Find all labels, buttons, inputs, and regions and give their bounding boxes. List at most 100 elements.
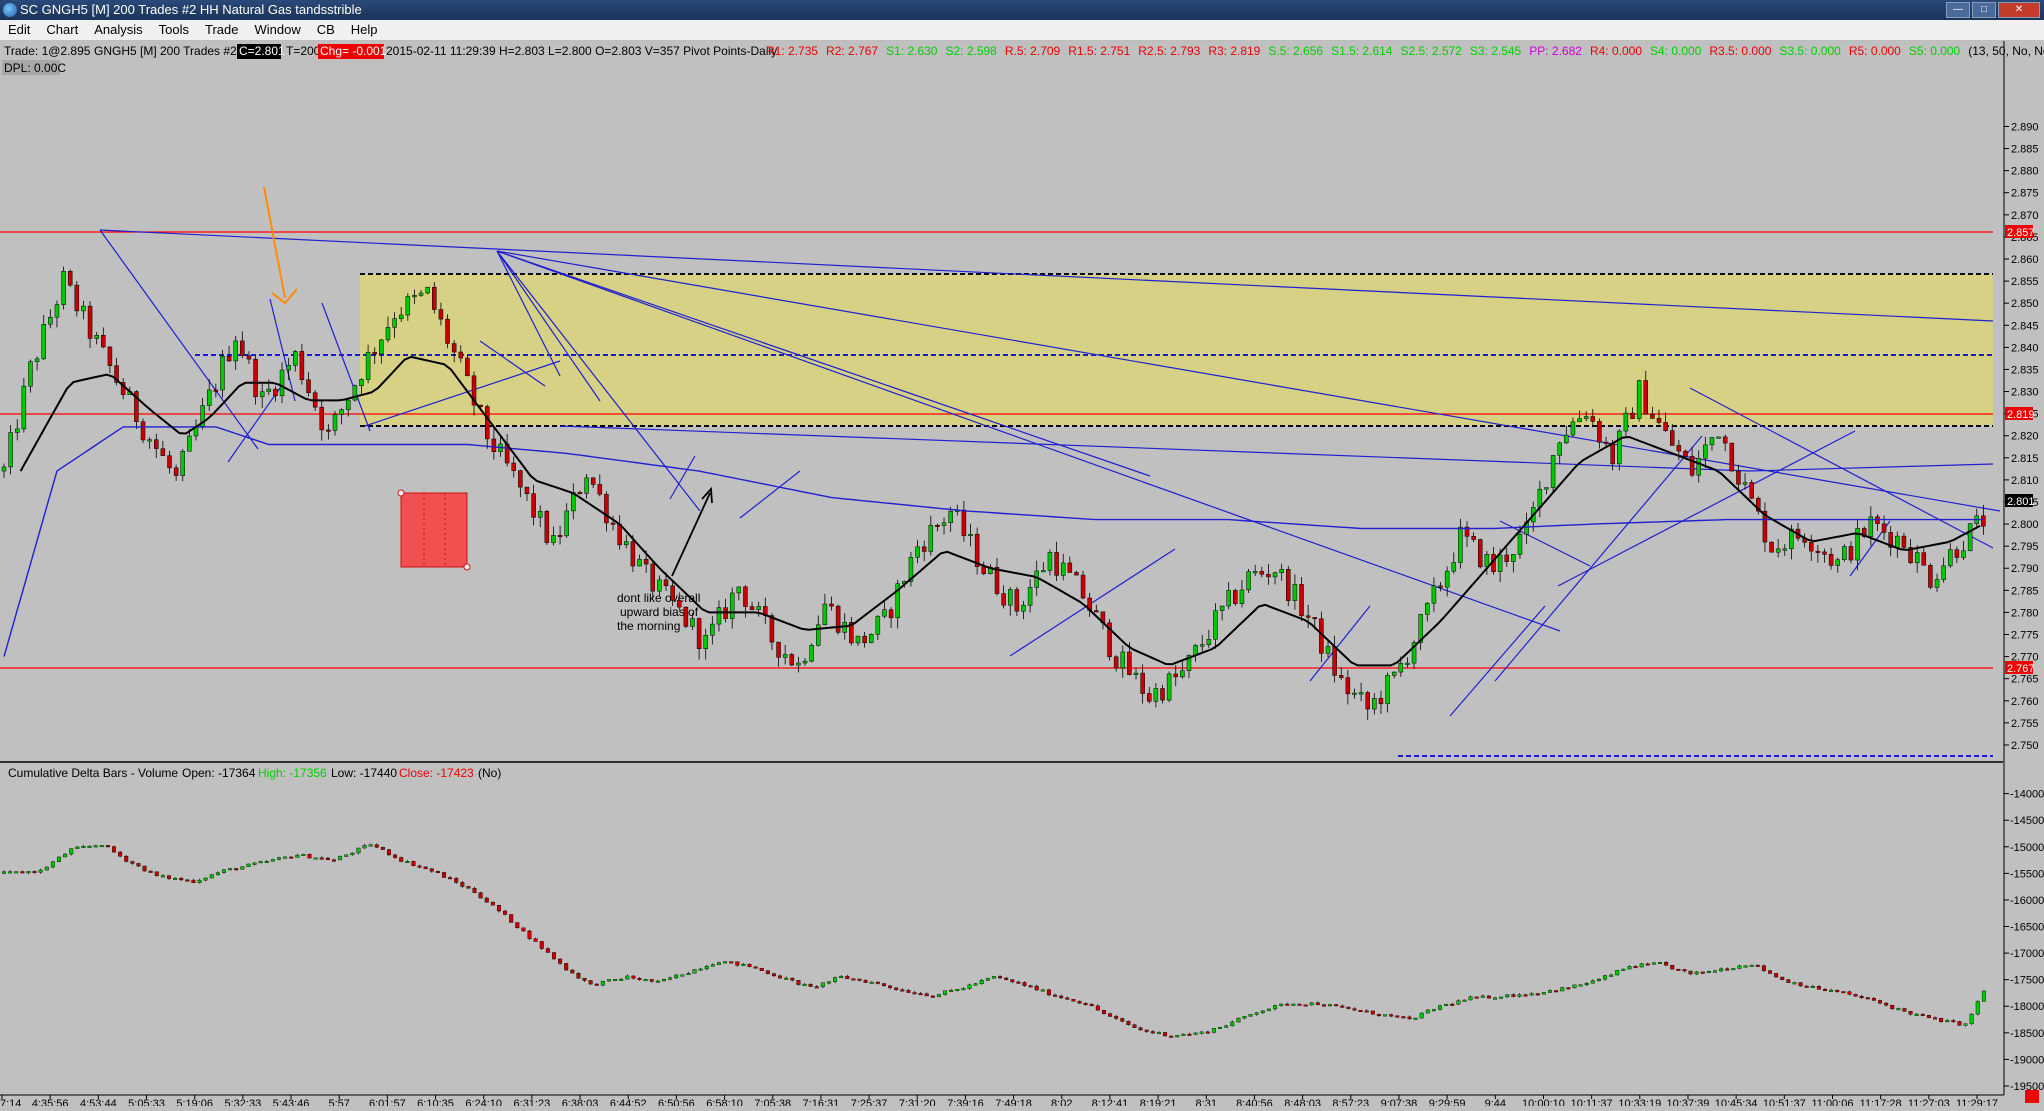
candle-body [935,524,940,527]
time-tick-label: 8:57:23 [1332,1098,1369,1106]
menu-help[interactable]: Help [343,20,386,40]
candle-body [34,358,40,362]
delta-bar [179,877,184,881]
delta-bar [1040,989,1045,992]
candle-body [802,660,808,664]
price-tick-label: 2.815 [2011,453,2039,465]
candle-body [1769,541,1774,553]
candle-body [1239,589,1245,604]
delta-bar [215,872,220,875]
time-tick-label: 10:51:37 [1763,1098,1806,1106]
candle-body [1173,673,1178,678]
delta-bar [1713,970,1718,973]
pivot-labels: R1: 2.735 R2: 2.767 S1: 2.630 S2: 2.598 R.5:… [766,44,2044,58]
delta-bar [961,988,966,991]
delta-bar [1248,1014,1253,1017]
delta-bar [1254,1012,1259,1015]
time-tick-label: 9:29:59 [1429,1098,1466,1106]
delta-bar [1945,1020,1950,1023]
delta-bar [1279,1003,1284,1006]
delta-bar [661,978,666,982]
candle-body [1954,549,1960,558]
close-value-label: C=2.801 [239,44,285,58]
delta-bar [1768,970,1773,974]
menu-tools[interactable]: Tools [151,20,197,40]
delta-bar [851,978,856,981]
candle-body [1365,692,1370,710]
delta-bar [936,994,941,998]
menu-cb[interactable]: CB [309,20,343,40]
maximize-icon[interactable]: □ [1972,2,1996,18]
delta-bar [826,981,831,984]
menu-edit[interactable]: Edit [0,20,38,40]
candle-body [1650,414,1655,419]
lower-panel-header: Cumulative Delta Bars - Volume Open: -17… [8,766,501,780]
candle-body [1722,436,1728,444]
candle-body [650,563,656,592]
delta-bar [1480,995,1485,998]
delta-bar [735,961,740,966]
close-icon[interactable]: ✕ [1998,2,2040,18]
delta-bar [1590,980,1595,984]
delta-bar [20,871,25,874]
candle-body [994,566,1000,594]
delta-tick-label: -14500 [2010,815,2044,827]
menu-window[interactable]: Window [246,20,308,40]
delta-bar [1578,984,1583,987]
delta-bar [576,972,581,979]
pivot-label: R.5: 2.709 [1005,44,1061,58]
menu-trade[interactable]: Trade [197,20,246,40]
delta-bar [1584,982,1589,985]
candle-body [1504,554,1509,562]
candle-body [829,603,834,607]
delta-bar [1193,1032,1198,1035]
candle-body [1047,552,1053,571]
candle-body [279,369,285,397]
candle-body [862,635,867,644]
menu-analysis[interactable]: Analysis [86,20,150,40]
candle-body [564,510,569,537]
candle-body [1001,593,1006,606]
price-tick-label: 2.760 [2011,696,2039,708]
pivot-label: (13, 50, No, No, #1, No, No, No, 0, 0, [1968,44,2044,58]
pivot-label: S3.5: 0.000 [1779,44,1841,58]
price-tick-label: 2.800 [2011,519,2039,531]
candle-body [1895,535,1900,548]
menu-bar: Edit Chart Analysis Tools Trade Window C… [0,20,2044,41]
delta-bar [185,879,190,882]
delta-bar [399,857,404,862]
delta-low: Low: -17440 [331,766,397,780]
delta-bar [191,879,196,883]
delta-bar [723,961,728,964]
menu-chart[interactable]: Chart [38,20,86,40]
delta-bar [1878,1000,1883,1004]
price-chart-svg[interactable]: Trade: 1@2.895 GNGH5 [M] 200 Trades #2 C… [0,41,2044,1110]
delta-bar [802,983,807,986]
scroll-corner-icon[interactable] [2025,1090,2039,1103]
delta-bar [1224,1025,1229,1028]
candle-body [8,432,13,468]
delta-bar [600,980,605,986]
delta-bar [796,980,801,985]
red-rectangle-drawing[interactable] [397,489,471,571]
delta-bar [1144,1029,1149,1032]
candle-body [1325,646,1331,654]
price-tick-label: 2.890 [2011,121,2039,133]
price-tick-label: 2.810 [2011,475,2039,487]
minimize-icon[interactable]: — [1946,2,1970,18]
candle-body [1544,487,1549,490]
delta-bar [637,978,642,981]
chart-area[interactable]: Trade: 1@2.895 GNGH5 [M] 200 Trades #2 C… [0,41,2044,1110]
candle-body [140,421,146,441]
delta-bar [289,856,294,859]
candle-body [1775,548,1781,553]
delta-tick-label: -15000 [2010,842,2044,854]
delta-bar [75,846,80,849]
candle-body [1709,437,1715,446]
time-tick-label: 10:00:10 [1522,1098,1565,1106]
delta-bar [1755,964,1760,967]
candle-body [438,309,444,320]
delta-bar [1920,1013,1925,1016]
delta-bar [949,990,954,992]
time-tick-label: 11:29:17 [1956,1098,1998,1106]
